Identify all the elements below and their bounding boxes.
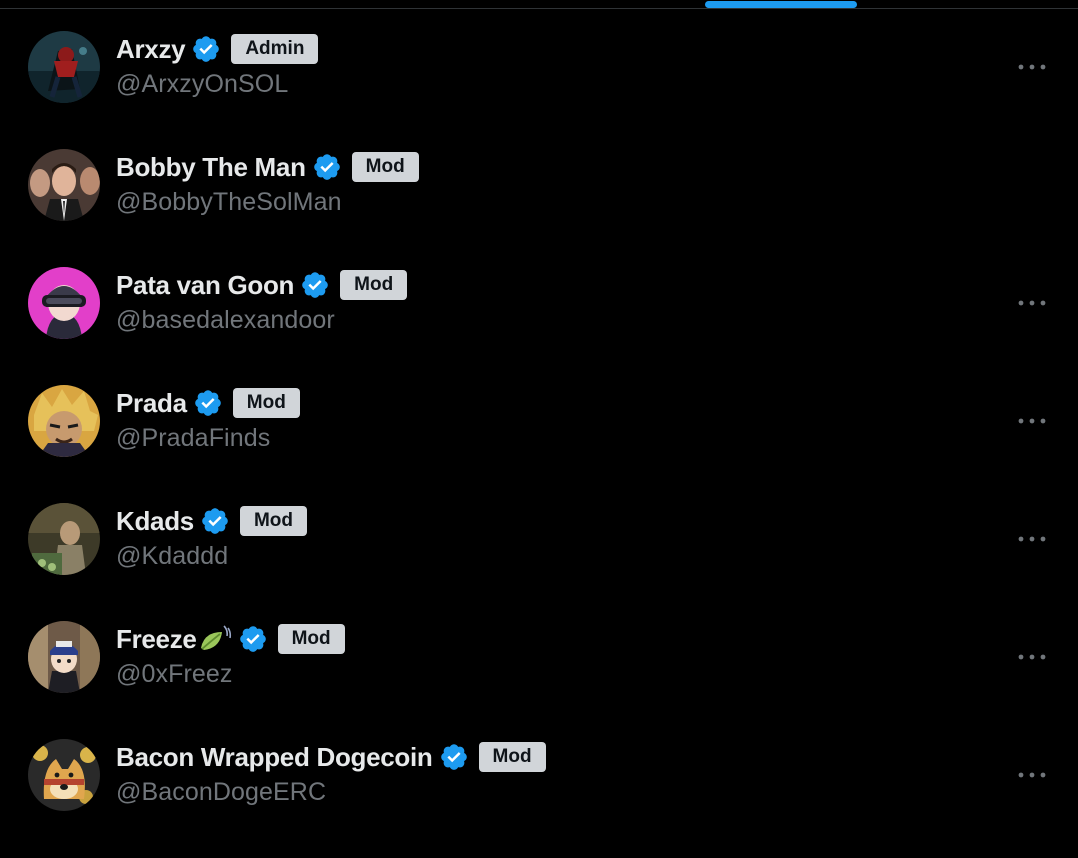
avatar[interactable]: [28, 739, 100, 811]
handle: @Kdaddd: [116, 542, 229, 570]
display-name[interactable]: Freeze: [116, 624, 197, 655]
name-line: Bobby The Man Mod: [116, 149, 419, 185]
avatar[interactable]: [28, 267, 100, 339]
role-badge: Mod: [239, 506, 308, 536]
role-badge: Admin: [231, 34, 319, 64]
verified-badge-icon[interactable]: [300, 270, 330, 300]
role-badge: Mod: [351, 152, 419, 182]
verified-badge-icon[interactable]: [200, 506, 230, 536]
handle: @0xFreez: [116, 660, 233, 688]
avatar[interactable]: [28, 149, 100, 221]
more-horizontal-icon: [1018, 772, 1046, 778]
member-list: Arxzy Admin @ArxzyOnSOL Bobby The Man Mo…: [0, 9, 1078, 835]
name-line: Pata van Goon Mod: [116, 267, 408, 303]
leaf-fluttering-in-wind-icon: [198, 624, 232, 654]
handle: @BaconDogeERC: [116, 778, 327, 806]
member-row[interactable]: Kdads Mod @Kdaddd: [0, 481, 1078, 599]
name-line: Freeze Mod: [116, 621, 345, 657]
verified-badge-icon[interactable]: [439, 742, 469, 772]
more-options-button[interactable]: [1012, 55, 1052, 79]
avatar[interactable]: [28, 31, 100, 103]
more-horizontal-icon: [1018, 654, 1046, 660]
avatar[interactable]: [28, 621, 100, 693]
name-line: Arxzy Admin: [116, 31, 319, 67]
avatar[interactable]: [28, 385, 100, 457]
more-horizontal-icon: [1018, 418, 1046, 424]
more-options-button[interactable]: [1012, 527, 1052, 551]
more-horizontal-icon: [1018, 64, 1046, 70]
verified-badge-icon[interactable]: [191, 34, 221, 64]
active-tab-indicator: [705, 1, 857, 8]
member-row[interactable]: Arxzy Admin @ArxzyOnSOL: [0, 9, 1078, 127]
verified-badge-icon[interactable]: [312, 152, 342, 182]
avatar[interactable]: [28, 503, 100, 575]
member-row[interactable]: Freeze Mod @0xFreez: [0, 599, 1078, 717]
moderators-page: Arxzy Admin @ArxzyOnSOL Bobby The Man Mo…: [0, 0, 1078, 858]
handle: @basedalexandoor: [116, 306, 335, 334]
handle: @ArxzyOnSOL: [116, 70, 289, 98]
more-options-button[interactable]: [1012, 763, 1052, 787]
member-row[interactable]: Pata van Goon Mod @basedalexandoor: [0, 245, 1078, 363]
more-horizontal-icon: [1018, 300, 1046, 306]
handle: @PradaFinds: [116, 424, 271, 452]
more-options-button[interactable]: [1012, 291, 1052, 315]
more-options-button[interactable]: [1012, 645, 1052, 669]
display-name[interactable]: Pata van Goon: [116, 270, 294, 301]
display-name[interactable]: Prada: [116, 388, 187, 419]
member-row[interactable]: Prada Mod @PradaFinds: [0, 363, 1078, 481]
role-badge: Mod: [277, 624, 345, 654]
more-options-button[interactable]: [1012, 409, 1052, 433]
verified-badge-icon[interactable]: [193, 388, 223, 418]
member-row[interactable]: Bacon Wrapped Dogecoin Mod @BaconDogeERC: [0, 717, 1078, 835]
more-horizontal-icon: [1018, 536, 1046, 542]
display-name[interactable]: Bobby The Man: [116, 152, 306, 183]
verified-badge-icon[interactable]: [238, 624, 268, 654]
name-line: Prada Mod: [116, 385, 300, 421]
name-line: Bacon Wrapped Dogecoin Mod: [116, 739, 546, 775]
name-line: Kdads Mod: [116, 503, 308, 539]
display-name[interactable]: Arxzy: [116, 34, 186, 65]
role-badge: Mod: [340, 270, 408, 300]
display-name[interactable]: Bacon Wrapped Dogecoin: [116, 742, 433, 773]
handle: @BobbyTheSolMan: [116, 188, 342, 216]
role-badge: Mod: [478, 742, 546, 772]
role-badge: Mod: [232, 388, 300, 418]
display-name[interactable]: Kdads: [116, 506, 194, 537]
member-row[interactable]: Bobby The Man Mod @BobbyTheSolMan: [0, 127, 1078, 245]
